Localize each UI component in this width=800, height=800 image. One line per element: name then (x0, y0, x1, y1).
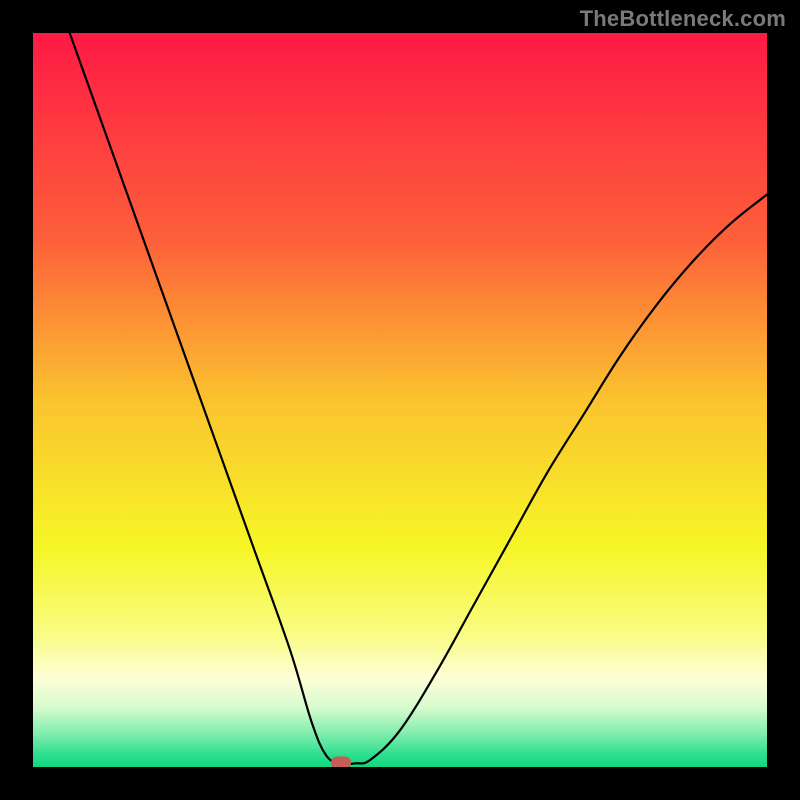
chart-frame: TheBottleneck.com (0, 0, 800, 800)
watermark-text: TheBottleneck.com (580, 6, 786, 32)
plot-svg (33, 33, 767, 767)
gradient-background (33, 33, 767, 767)
plot-area (33, 33, 767, 767)
optimal-point-marker (331, 757, 351, 767)
